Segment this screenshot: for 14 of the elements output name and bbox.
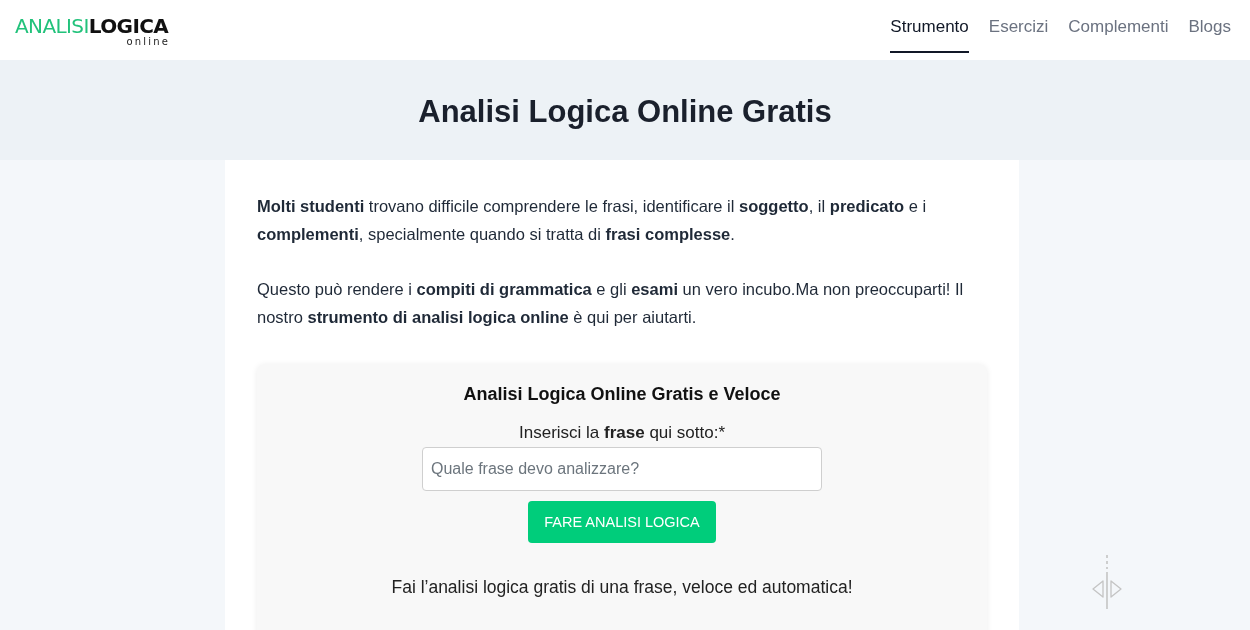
field-label: Inserisci la frase qui sotto:* [519,423,725,443]
nav-tab[interactable]: Strumento [890,0,969,53]
nav-tab[interactable]: Complementi [1068,0,1169,53]
logo-tagline: online [126,35,171,47]
intro-paragraph: Molti studenti trovano difficile comprendere le frasi, identificare il soggetto, il predicato e i complementi, specialmente quando si tratta di frasi complesse. [257,196,928,245]
page-title: Analisi Logica Online Gratis [418,93,832,130]
logo-wordmark[interactable]: ANALISILOGICA [15,15,169,36]
nav-tab[interactable]: Blogs [1188,0,1231,53]
split-arrows-icon[interactable] [1091,555,1123,609]
card-title: Analisi Logica Online Gratis e Veloce [463,384,781,405]
intro-paragraph: Questo può rendere i compiti di grammatica e gli esami un vero incubo.Ma non preoccuparti! Il nostro strumento di analisi logica online è qui per aiutarti. [257,279,965,328]
sentence-input[interactable]: Quale frase devo analizzare? [422,447,822,491]
nav-tab[interactable]: Esercizi [988,0,1049,53]
tool-note: Fai l’analisi logica gratis di una frase, veloce ed automatica! [391,577,853,598]
